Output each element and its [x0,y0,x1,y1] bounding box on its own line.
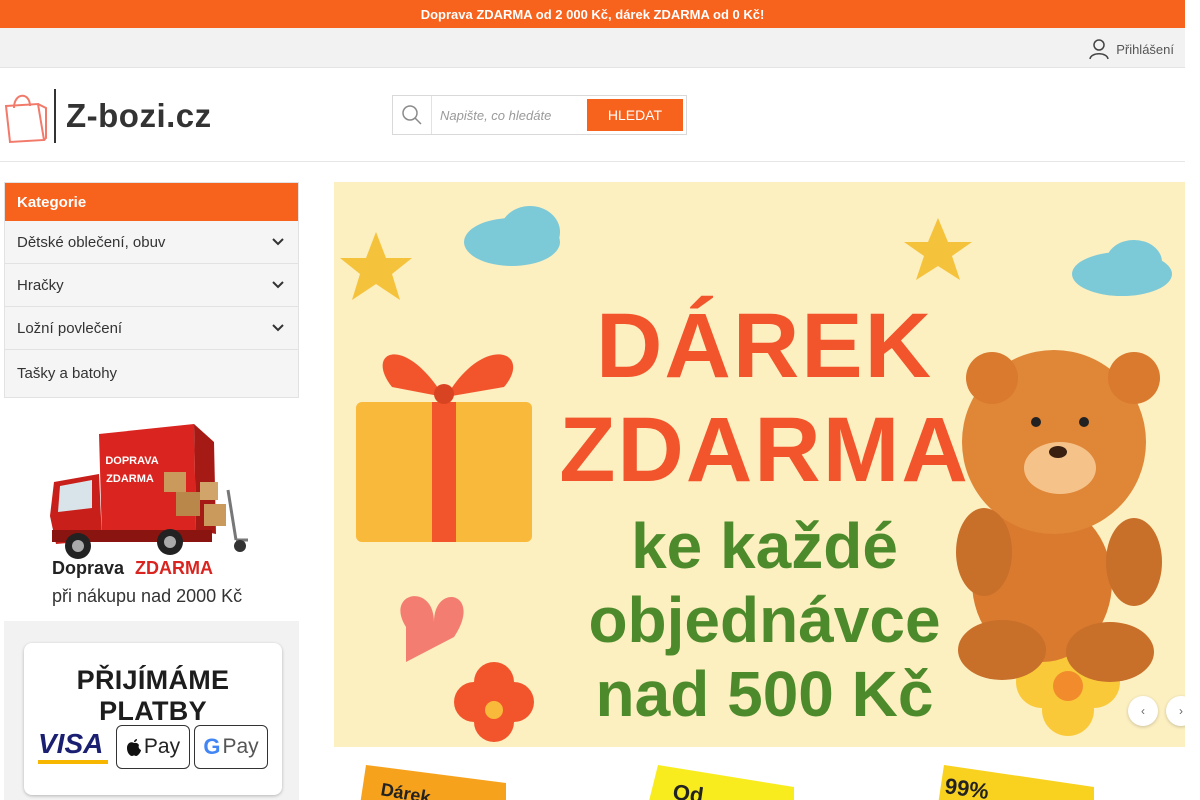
slider-prev-button[interactable]: ‹ [1128,696,1158,726]
category-menu-title: Kategorie [5,183,298,221]
visa-logo: VISA [38,725,112,769]
promo-thumb-gift[interactable]: Dárek [356,757,516,800]
search-input[interactable] [440,100,590,130]
google-pay-logo: G Pay [194,725,268,769]
shipping-heading-b: ZDARMA [135,558,213,578]
category-item-label: Ložní povlečení [17,319,123,337]
cloud-icon [464,206,560,266]
slider-headline-1: DÁREK [595,295,934,397]
shipping-announcement-bar: Doprava ZDARMA od 2 000 Kč, dárek ZDARMA… [0,0,1185,28]
chevron-down-icon [272,281,284,289]
site-logo[interactable]: Z-bozi.cz [4,88,212,144]
category-item-label: Tašky a batohy [17,365,118,382]
shipping-announcement-text: Doprava ZDARMA od 2 000 Kč, dárek ZDARMA… [420,6,765,22]
payments-card: PŘIJÍMÁME PLATBY VISA Pay G Pay [24,643,282,795]
apple-icon [126,738,141,756]
star-icon [340,232,412,300]
category-item-bedding[interactable]: Ložní povlečení [5,307,298,350]
search-icon [393,96,432,134]
category-item-kids-clothing[interactable]: Dětské oblečení, obuv [5,221,298,264]
category-item-bags[interactable]: Tašky a batohy [5,350,298,397]
chevron-right-icon: › [1179,704,1183,718]
user-bar: Přihlášení [0,28,1185,68]
search-button[interactable]: HLEDAT [587,99,683,131]
slider-subline-2: objednávce [588,584,941,656]
promo-thumb-discount[interactable]: 99% [934,757,1104,800]
truck-text-line1: DOPRAVA [105,455,158,467]
payment-methods: VISA Pay G Pay [38,725,268,769]
svg-text:Doprava ZDARMA: Doprava ZDARMA [52,558,213,578]
shopping-bag-icon [4,94,47,144]
user-icon [1089,39,1109,60]
category-menu: Kategorie Dětské oblečení, obuv Hračky L… [4,182,299,398]
cloud-icon [1072,240,1172,296]
shipping-subtext: při nákupu nad 2000 Kč [52,586,242,606]
free-shipping-promo[interactable]: DOPRAVA ZDARMA Doprava ZDARMA při nákupu… [4,412,299,612]
delivery-truck-illustration: DOPRAVA ZDARMA Doprava ZDARMA při nákupu… [50,424,248,606]
category-item-toys[interactable]: Hračky [5,264,298,307]
apple-pay-logo: Pay [116,725,190,769]
site-header: Z-bozi.cz HLEDAT [0,68,1185,162]
hero-slider[interactable]: DÁREK ZDARMA ke každé objednávce nad 500… [334,182,1185,747]
truck-text-line2: ZDARMA [106,473,154,485]
category-item-label: Dětské oblečení, obuv [17,233,166,251]
shipping-heading-a: Doprava [52,558,125,578]
payments-title: PŘIJÍMÁME PLATBY [76,665,230,726]
payments-panel: PŘIJÍMÁME PLATBY VISA Pay G Pay [4,621,299,800]
promo-thumb-price[interactable]: Od [644,757,804,800]
svg-text:Od: Od [671,779,705,800]
slider-subline-1: ke každé [631,510,898,582]
star-icon [904,218,972,280]
category-item-label: Hračky [17,276,64,294]
chevron-down-icon [272,238,284,246]
login-label: Přihlášení [1116,41,1174,57]
slider-headline-2: ZDARMA [559,399,970,501]
chevron-down-icon [272,324,284,332]
search-bar: HLEDAT [392,95,687,135]
login-link[interactable]: Přihlášení [1088,38,1174,60]
logo-text: Z-bozi.cz [66,97,212,134]
google-g-icon: G [203,734,221,759]
logo-divider [54,89,56,143]
slider-subline-3: nad 500 Kč [595,658,934,730]
promo-thumbnails: Dárek Od 99% [334,757,1185,800]
chevron-left-icon: ‹ [1141,704,1145,718]
